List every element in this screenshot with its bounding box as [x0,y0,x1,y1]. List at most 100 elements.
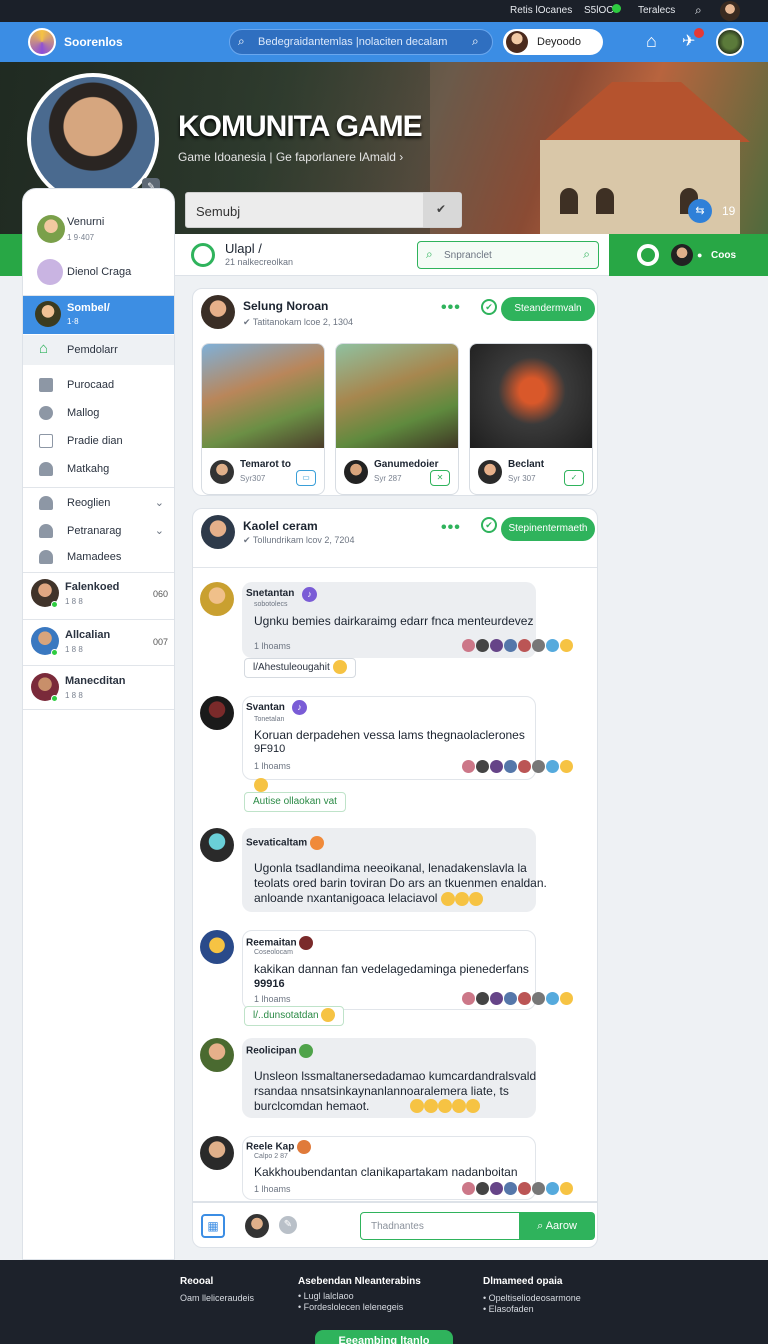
chevron-down-icon: ⌄ [154,525,164,537]
profile-picture[interactable] [27,73,159,205]
more-options-icon[interactable]: ••• [441,299,461,317]
avatar [37,215,65,243]
footer-link[interactable]: • Opeltiseliodeosarmone [483,1293,581,1303]
reaction-bar[interactable] [462,759,586,775]
reaction-bar[interactable] [462,638,586,654]
profile-name: Venurni [67,216,105,228]
home-icon[interactable]: ⌂ [646,31,657,52]
top-avatar[interactable] [720,1,740,21]
check-icon: ✔ [436,202,447,216]
search-submit-icon[interactable]: ⌕ [472,34,479,49]
message-avatar[interactable] [200,930,234,964]
message-text: anloande nxantanigoaca lelaciavol [254,890,483,906]
sidebar-item-pradie[interactable]: Pradie dian [23,431,174,455]
friend-item[interactable]: Manecditan 1 8 8 [23,667,174,711]
user-avatar [506,31,528,53]
profile-avatar[interactable] [716,28,744,56]
post-action-button[interactable]: Steandermvaln [501,297,595,321]
message-author[interactable]: Snetantan [246,588,294,599]
footer-link[interactable]: • Lugl lalclaoo [298,1291,354,1301]
sidebar-item-mallog[interactable]: Mallog [23,403,174,427]
brand-name[interactable]: Soorenlos [64,35,123,49]
search-submit-icon[interactable]: ⌕ [583,247,590,262]
message-text: Kakkhoubendantan clanikapartakam nadanbo… [254,1165,518,1179]
footer-link[interactable]: • Fordeslolecen lelenegeis [298,1302,403,1312]
reply-chip[interactable]: l/Ahestuleougahit [244,658,356,678]
hero-house-art [540,140,740,234]
sidebar-group-reoglien[interactable]: Reoglien ⌄ [23,493,174,517]
feed-header: Ulapl / 21 nalkecreolkan ⌕ Snpranclet ⌕ [175,234,609,276]
game-thumbnail[interactable]: Ganumedoier Syr 287 ✕ [335,343,459,495]
sidebar-profile[interactable]: Venurni 1 9·407 [23,213,174,249]
top-link-1[interactable]: Retis lOcanes [510,5,572,16]
app-header: Soorenlos ⌕ Bedegraidantemlas |nolaciten… [0,22,768,62]
sidebar-item-label: Dienol Craga [67,266,132,278]
sidebar-group-petranarag[interactable]: Petranarag ⌄ [23,521,174,545]
message-input[interactable]: Thadnantes [360,1212,520,1240]
hero-roof-art [543,82,750,142]
chat-icon[interactable]: ✎ [279,1216,297,1234]
footer-link[interactable]: Oam lleliceraudeis [180,1293,254,1303]
reaction-bar[interactable] [462,1181,586,1197]
band-avatar[interactable] [671,244,693,266]
message-author[interactable]: Reele Kap [246,1140,312,1154]
share-count: 19 [722,204,736,218]
message-sub: sobotolecs [254,601,288,608]
friend-item[interactable]: Allcalian 1 8 8 007 [23,621,174,665]
hero-search-button[interactable]: ✔ [423,193,461,227]
message-avatar[interactable] [200,828,234,862]
message-avatar[interactable] [200,582,234,616]
reply-chip[interactable]: l/..dunsotatdan [244,1006,345,1026]
post-author[interactable]: Selung Noroan [243,299,328,313]
search-icon: ⌕ [238,34,245,48]
sidebar-item-purocaad[interactable]: Purocaad [23,375,174,399]
footer-cta-button[interactable]: Eeeambing ltanlo [315,1330,453,1344]
send-button[interactable]: ⌕ Aarow [519,1212,595,1240]
user-menu[interactable]: Deyoodo [503,29,603,55]
friend-item[interactable]: Falenkoed 1 8 8 060 [23,573,174,617]
band-label[interactable]: Coos [711,250,736,261]
emoji-icon [321,1008,336,1023]
message-author[interactable]: Reolicipan [246,1044,314,1058]
more-options-icon[interactable]: ••• [441,519,461,537]
search-input[interactable]: ⌕ Bedegraidantemlas |nolaciten decalam ⌕ [229,29,493,55]
refresh-icon[interactable] [637,244,659,266]
hero-search-field[interactable]: Semubj ✔ [185,192,462,228]
top-link-2[interactable]: S5lOC [584,5,613,16]
sidebar-item-home[interactable]: ⌂ Pemdolarr [23,335,174,365]
game-image [470,344,592,448]
reply-chip[interactable]: Autise ollaokan vat [244,792,346,812]
top-link-3[interactable]: Teralecs [638,5,675,16]
feed-search-input[interactable]: ⌕ Snpranclet ⌕ [417,241,599,269]
message-author[interactable]: Sevaticaltam [246,836,324,850]
post-action-button[interactable]: Stepinentermaeth [501,517,595,541]
post-author[interactable]: Kaolel ceram [243,519,318,533]
close-icon[interactable]: ✕ [430,470,450,486]
sidebar-item-label: Petranarag [67,525,122,537]
reaction-bar[interactable] [462,991,586,1007]
footer-link[interactable]: • Elasofaden [483,1304,534,1314]
message-avatar[interactable] [200,696,234,730]
post-meta: ✔ Tatitanokam lcoe 2, 1304 [243,317,353,327]
share-icon[interactable]: ⇆ [688,199,712,223]
message-author[interactable]: Reemaitan [246,936,314,950]
grid-icon[interactable]: ▦ [201,1214,225,1238]
search-icon[interactable]: ⌕ [695,3,702,18]
composer-avatar[interactable] [245,1214,269,1238]
author-avatar[interactable] [201,295,235,329]
sidebar-item-label: Mallog [67,407,100,419]
author-avatar[interactable] [201,515,235,549]
sidebar-item-active[interactable]: Sombel/ 1·8 [23,296,174,334]
message-author[interactable]: Svantan [246,702,285,713]
sidebar-item-dienol[interactable]: Dienol Craga [23,259,174,289]
message-avatar[interactable] [200,1038,234,1072]
game-thumbnail[interactable]: Beclant Syr 307 ✓ [469,343,593,495]
app-logo-icon[interactable] [28,28,56,56]
sidebar-item-matkahg[interactable]: Matkahg [23,459,174,483]
sidebar-group-mamadees[interactable]: Mamadees [23,547,174,571]
game-thumbnail[interactable]: Temarot to Syr307 ▭ [201,343,325,495]
controller-icon[interactable]: ▭ [296,470,316,486]
message-avatar[interactable] [200,1136,234,1170]
message-sub: Tonetalan [254,716,285,723]
check-icon[interactable]: ✓ [564,470,584,486]
